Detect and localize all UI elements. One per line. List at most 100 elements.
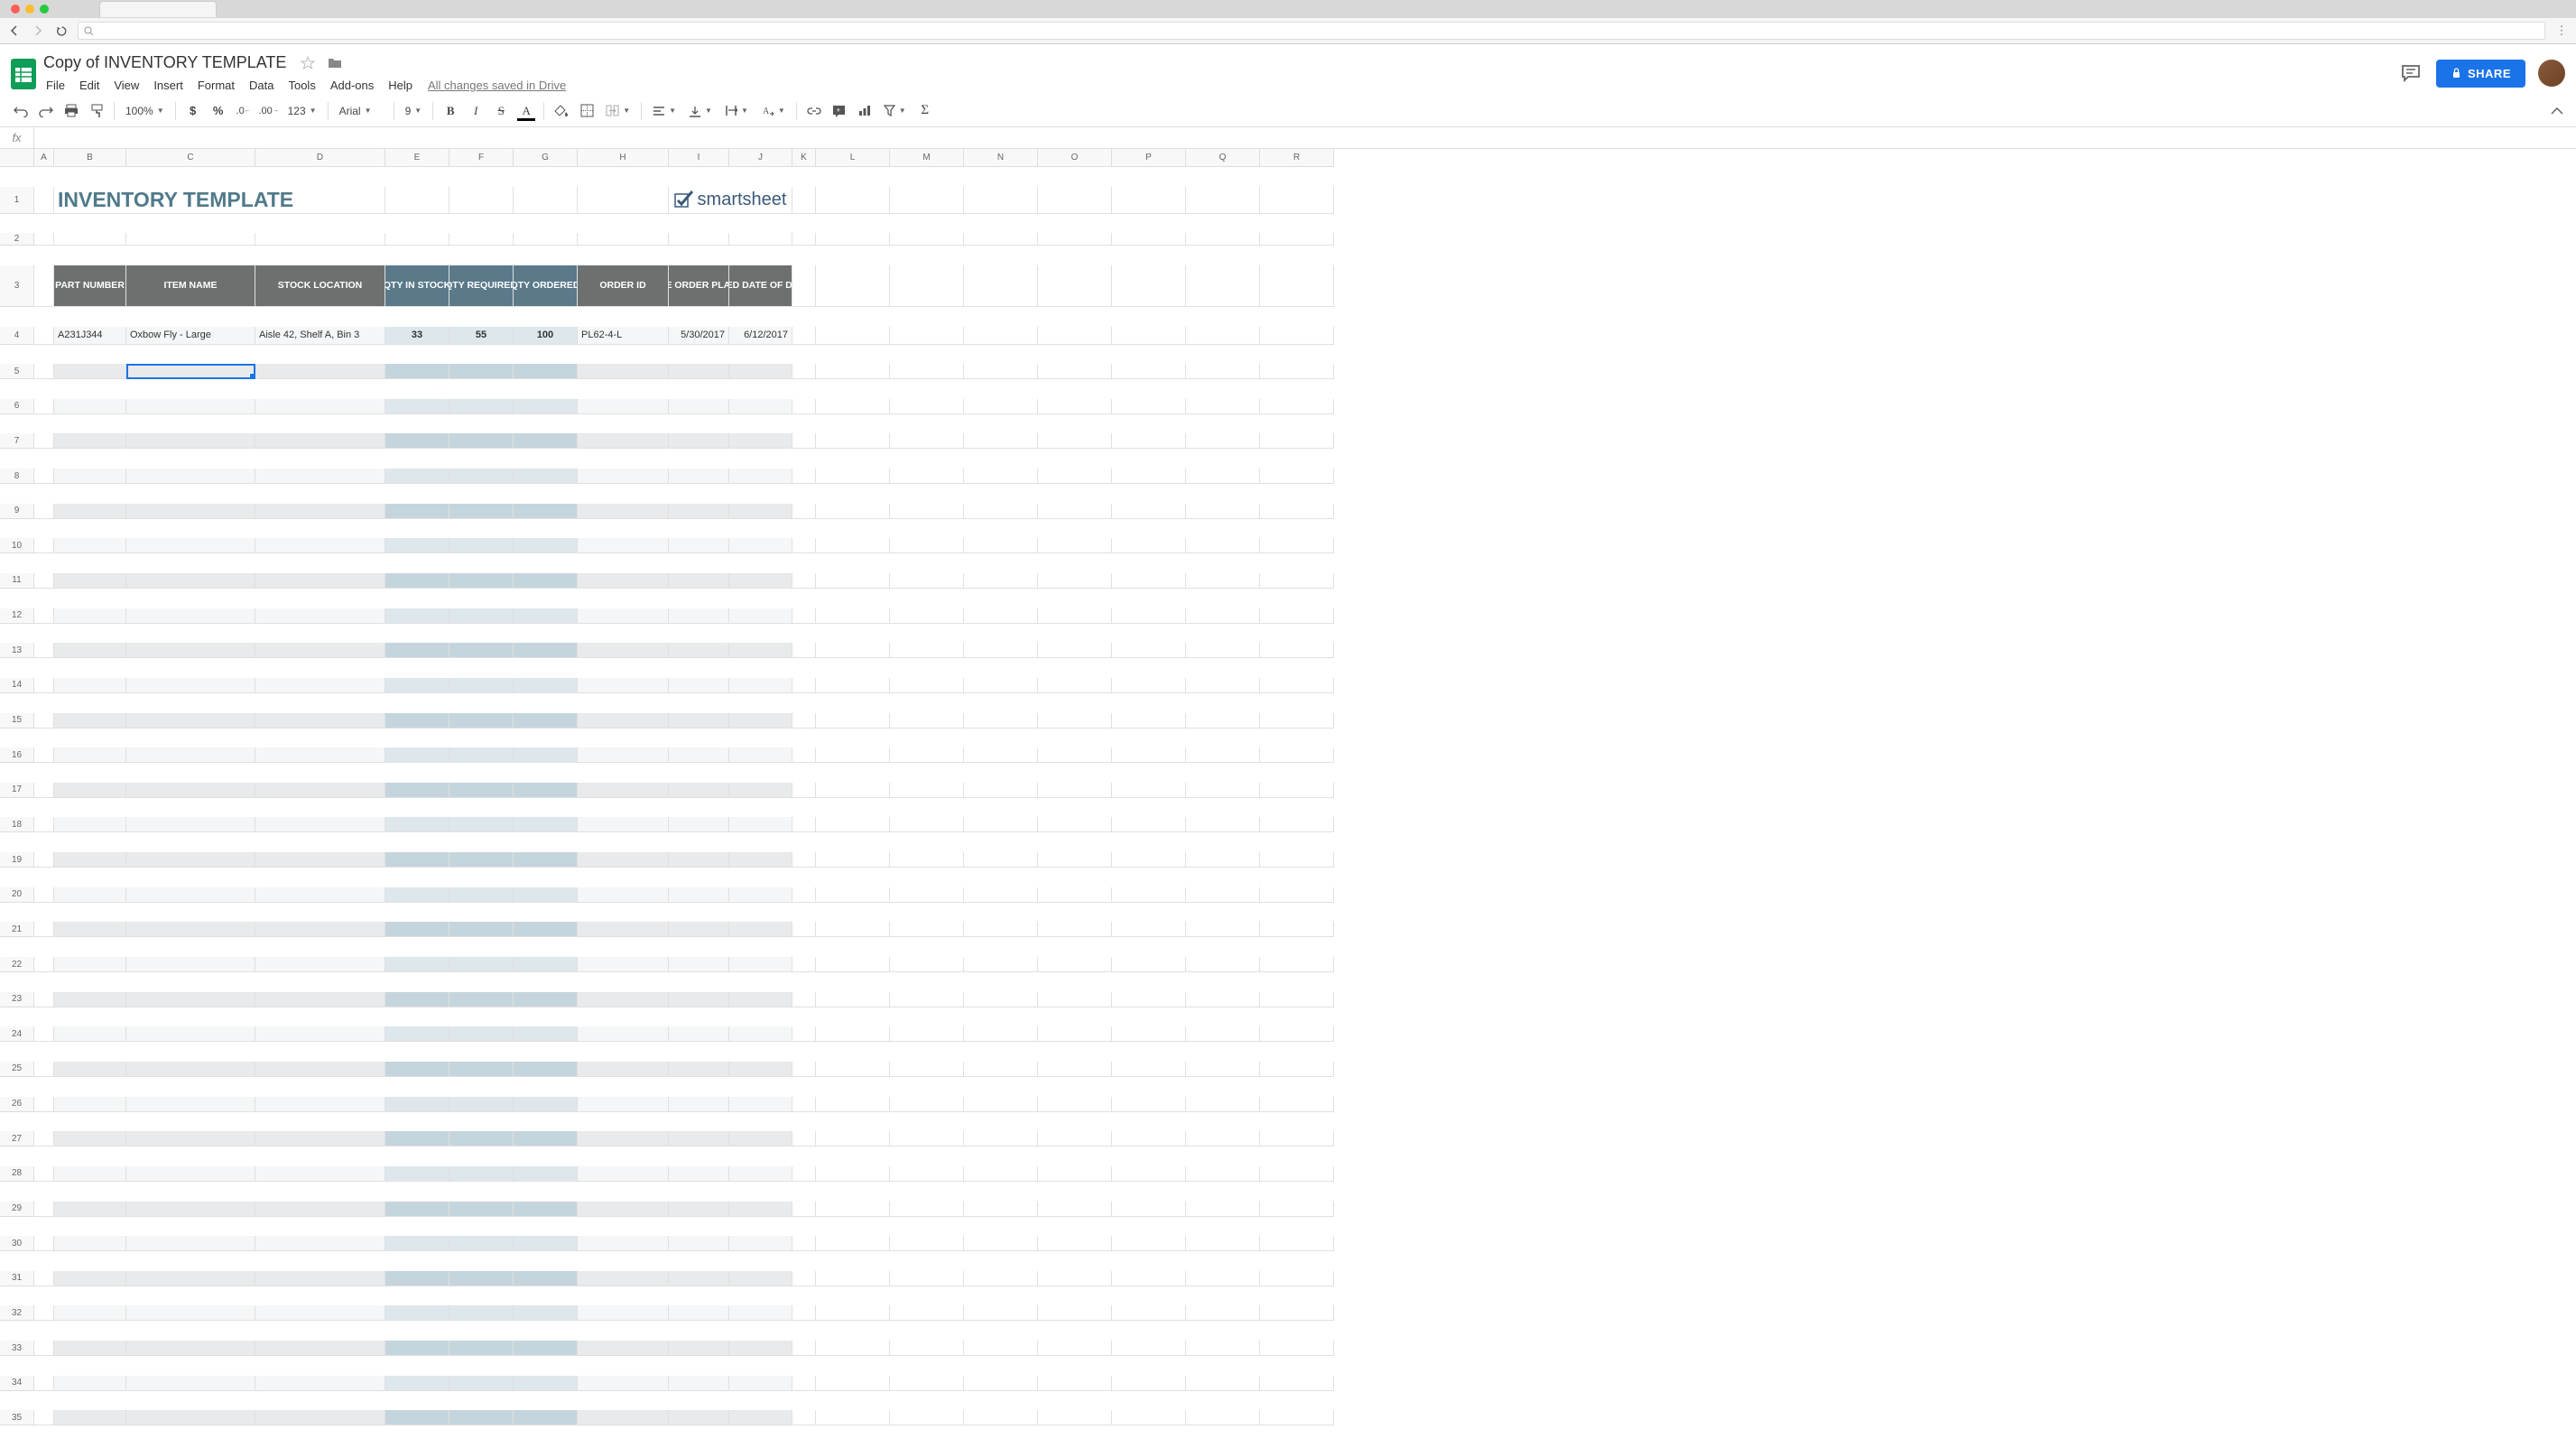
cell-B29[interactable] bbox=[54, 1202, 126, 1217]
cell-F20[interactable] bbox=[449, 887, 514, 903]
cell-A5[interactable] bbox=[34, 364, 54, 379]
cell-B17[interactable] bbox=[54, 783, 126, 798]
cell-E26[interactable] bbox=[385, 1097, 449, 1112]
insert-chart-button[interactable] bbox=[853, 99, 876, 123]
cell-C12[interactable] bbox=[126, 608, 255, 624]
cell-L24[interactable] bbox=[816, 1026, 890, 1042]
cell-C11[interactable] bbox=[126, 573, 255, 589]
cell-K13[interactable] bbox=[792, 643, 816, 658]
cell-L13[interactable] bbox=[816, 643, 890, 658]
cell-I7[interactable] bbox=[669, 433, 729, 449]
cell-I29[interactable] bbox=[669, 1202, 729, 1217]
browser-url-input[interactable] bbox=[78, 22, 2545, 40]
cell-M25[interactable] bbox=[890, 1062, 964, 1077]
cell-N22[interactable] bbox=[964, 957, 1038, 972]
cell-C13[interactable] bbox=[126, 643, 255, 658]
cell-D33[interactable] bbox=[255, 1341, 385, 1356]
cell-M19[interactable] bbox=[890, 852, 964, 868]
cell-Q19[interactable] bbox=[1186, 852, 1260, 868]
cell-B34[interactable] bbox=[54, 1376, 126, 1391]
cell-C2[interactable] bbox=[126, 233, 255, 246]
row-header-4[interactable]: 4 bbox=[0, 327, 34, 345]
cell-D13[interactable] bbox=[255, 643, 385, 658]
cell-L31[interactable] bbox=[816, 1271, 890, 1286]
cell-Q25[interactable] bbox=[1186, 1062, 1260, 1077]
cell-I2[interactable] bbox=[669, 233, 729, 246]
cell-J17[interactable] bbox=[729, 783, 792, 798]
cell-D8[interactable] bbox=[255, 469, 385, 484]
cell-O34[interactable] bbox=[1038, 1376, 1112, 1391]
column-header-E[interactable]: E bbox=[385, 149, 449, 167]
cell-C29[interactable] bbox=[126, 1202, 255, 1217]
cell-K19[interactable] bbox=[792, 852, 816, 868]
cell-I27[interactable] bbox=[669, 1131, 729, 1146]
cell-F12[interactable] bbox=[449, 608, 514, 624]
cell-A4[interactable] bbox=[34, 327, 54, 345]
cell-J19[interactable] bbox=[729, 852, 792, 868]
row-header-16[interactable]: 16 bbox=[0, 747, 34, 763]
borders-button[interactable] bbox=[575, 99, 598, 123]
cell-F24[interactable] bbox=[449, 1026, 514, 1042]
cell-L29[interactable] bbox=[816, 1202, 890, 1217]
cell-E20[interactable] bbox=[385, 887, 449, 903]
cell-L28[interactable] bbox=[816, 1166, 890, 1182]
cell-B30[interactable] bbox=[54, 1236, 126, 1251]
cell-G16[interactable] bbox=[514, 747, 578, 763]
cell-R14[interactable] bbox=[1260, 678, 1334, 693]
maximize-window-button[interactable] bbox=[40, 5, 49, 14]
cell-M11[interactable] bbox=[890, 573, 964, 589]
cell-I18[interactable] bbox=[669, 817, 729, 832]
cell-C22[interactable] bbox=[126, 957, 255, 972]
cell-R4[interactable] bbox=[1260, 327, 1334, 345]
cell-H26[interactable] bbox=[578, 1097, 669, 1112]
cell-Q10[interactable] bbox=[1186, 538, 1260, 553]
cell-M10[interactable] bbox=[890, 538, 964, 553]
cell-G28[interactable] bbox=[514, 1166, 578, 1182]
comments-button[interactable] bbox=[2398, 60, 2423, 86]
cell-D25[interactable] bbox=[255, 1062, 385, 1077]
cell-A19[interactable] bbox=[34, 852, 54, 868]
cell-O14[interactable] bbox=[1038, 678, 1112, 693]
cell-E5[interactable] bbox=[385, 364, 449, 379]
cell-M34[interactable] bbox=[890, 1376, 964, 1391]
cell-E6[interactable] bbox=[385, 399, 449, 414]
cell-L9[interactable] bbox=[816, 504, 890, 519]
cell-N32[interactable] bbox=[964, 1305, 1038, 1321]
cell-G31[interactable] bbox=[514, 1271, 578, 1286]
cell-G15[interactable] bbox=[514, 713, 578, 729]
cell-R10[interactable] bbox=[1260, 538, 1334, 553]
cell-J3[interactable]: EXPECTED DATE OF DELIVERY bbox=[729, 265, 792, 307]
column-header-H[interactable]: H bbox=[578, 149, 669, 167]
cell-R27[interactable] bbox=[1260, 1131, 1334, 1146]
cell-A27[interactable] bbox=[34, 1131, 54, 1146]
cell-G11[interactable] bbox=[514, 573, 578, 589]
row-header-34[interactable]: 34 bbox=[0, 1376, 34, 1391]
cell-C28[interactable] bbox=[126, 1166, 255, 1182]
row-header-7[interactable]: 7 bbox=[0, 433, 34, 449]
cell-H35[interactable] bbox=[578, 1410, 669, 1425]
cell-Q18[interactable] bbox=[1186, 817, 1260, 832]
cell-R29[interactable] bbox=[1260, 1202, 1334, 1217]
cell-I35[interactable] bbox=[669, 1410, 729, 1425]
cell-E32[interactable] bbox=[385, 1305, 449, 1321]
cell-H13[interactable] bbox=[578, 643, 669, 658]
number-format-dropdown[interactable]: 123▼ bbox=[283, 99, 322, 123]
cell-B13[interactable] bbox=[54, 643, 126, 658]
cell-E12[interactable] bbox=[385, 608, 449, 624]
cell-O24[interactable] bbox=[1038, 1026, 1112, 1042]
cell-N12[interactable] bbox=[964, 608, 1038, 624]
cell-J23[interactable] bbox=[729, 992, 792, 1007]
cell-D26[interactable] bbox=[255, 1097, 385, 1112]
cell-A21[interactable] bbox=[34, 922, 54, 937]
cell-L10[interactable] bbox=[816, 538, 890, 553]
cell-P7[interactable] bbox=[1112, 433, 1186, 449]
cell-N30[interactable] bbox=[964, 1236, 1038, 1251]
cell-H32[interactable] bbox=[578, 1305, 669, 1321]
row-header-1[interactable]: 1 bbox=[0, 187, 34, 214]
column-header-P[interactable]: P bbox=[1112, 149, 1186, 167]
cell-R21[interactable] bbox=[1260, 922, 1334, 937]
cell-I15[interactable] bbox=[669, 713, 729, 729]
cell-D6[interactable] bbox=[255, 399, 385, 414]
cell-P32[interactable] bbox=[1112, 1305, 1186, 1321]
cell-O2[interactable] bbox=[1038, 233, 1112, 246]
